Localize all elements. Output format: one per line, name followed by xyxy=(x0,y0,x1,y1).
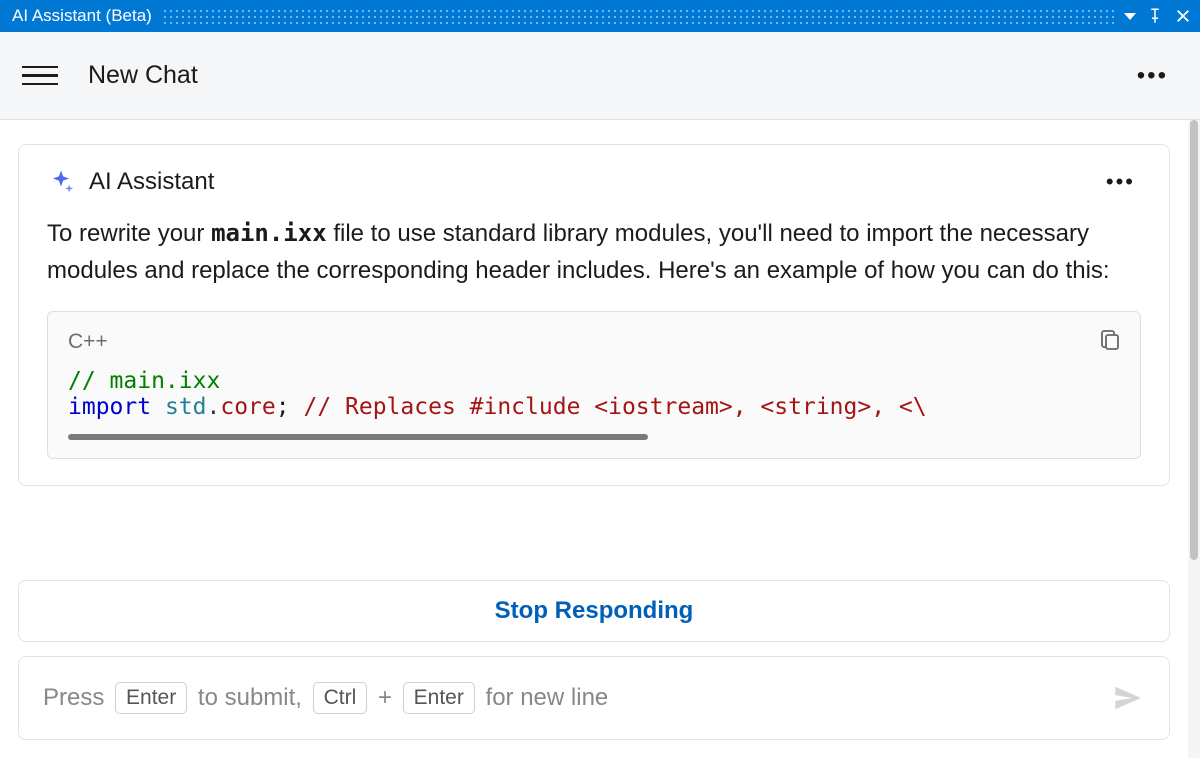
title-bar: AI Assistant (Beta) xyxy=(0,0,1200,32)
kbd-enter2: Enter xyxy=(403,682,475,713)
chat-title: New Chat xyxy=(88,61,198,90)
code-comment2: // Replaces #include <iostream>, <string… xyxy=(303,394,926,420)
hint-submit: to submit, xyxy=(198,684,302,712)
vertical-scrollbar-track[interactable] xyxy=(1188,120,1200,758)
code-block: C++ // main.ixx import std.core; // Repl… xyxy=(47,311,1141,459)
message-text-part1: To rewrite your xyxy=(47,220,211,247)
sparkle-icon xyxy=(47,168,75,196)
message-author: AI Assistant xyxy=(89,168,214,196)
send-icon[interactable] xyxy=(1111,681,1145,715)
stop-responding-button[interactable]: Stop Responding xyxy=(18,580,1170,642)
menu-icon[interactable] xyxy=(22,66,58,86)
message-overflow-icon[interactable]: ••• xyxy=(1100,167,1141,197)
kbd-ctrl: Ctrl xyxy=(313,682,368,713)
assistant-message: AI Assistant ••• To rewrite your main.ix… xyxy=(18,144,1170,486)
content-area: AI Assistant ••• To rewrite your main.ix… xyxy=(0,120,1200,758)
hint-press: Press xyxy=(43,684,104,712)
code-semicolon: ; xyxy=(276,394,290,420)
copy-icon[interactable] xyxy=(1098,328,1122,352)
message-body: To rewrite your main.ixx file to use sta… xyxy=(47,215,1141,289)
code-content: // main.ixx import std.core; // Replaces… xyxy=(68,368,1120,420)
code-dot: . xyxy=(207,394,221,420)
pin-icon[interactable] xyxy=(1146,7,1164,25)
dropdown-icon[interactable] xyxy=(1124,13,1136,20)
chat-toolbar: New Chat ••• xyxy=(0,32,1200,120)
hint-plus: + xyxy=(378,684,392,712)
title-controls xyxy=(1124,7,1192,25)
inline-code: main.ixx xyxy=(211,219,327,247)
code-keyword: import xyxy=(68,394,151,420)
code-identifier: std xyxy=(165,394,207,420)
window-title: AI Assistant (Beta) xyxy=(8,6,152,26)
bottom-panel: Stop Responding Press Enter to submit, C… xyxy=(0,574,1188,758)
code-language-label: C++ xyxy=(68,330,1120,354)
chat-input[interactable]: Press Enter to submit, Ctrl + Enter for … xyxy=(18,656,1170,740)
hint-newline: for new line xyxy=(486,684,609,712)
toolbar-overflow-icon[interactable]: ••• xyxy=(1127,58,1178,94)
code-identifier2: core xyxy=(220,394,275,420)
code-horizontal-scrollbar[interactable] xyxy=(68,434,648,440)
title-grip[interactable] xyxy=(162,8,1114,24)
message-header: AI Assistant ••• xyxy=(47,167,1141,197)
messages-scroll[interactable]: AI Assistant ••• To rewrite your main.ix… xyxy=(0,120,1200,574)
code-comment: // main.ixx xyxy=(68,368,220,394)
kbd-enter: Enter xyxy=(115,682,187,713)
close-icon[interactable] xyxy=(1174,7,1192,25)
vertical-scrollbar-thumb[interactable] xyxy=(1190,120,1198,560)
